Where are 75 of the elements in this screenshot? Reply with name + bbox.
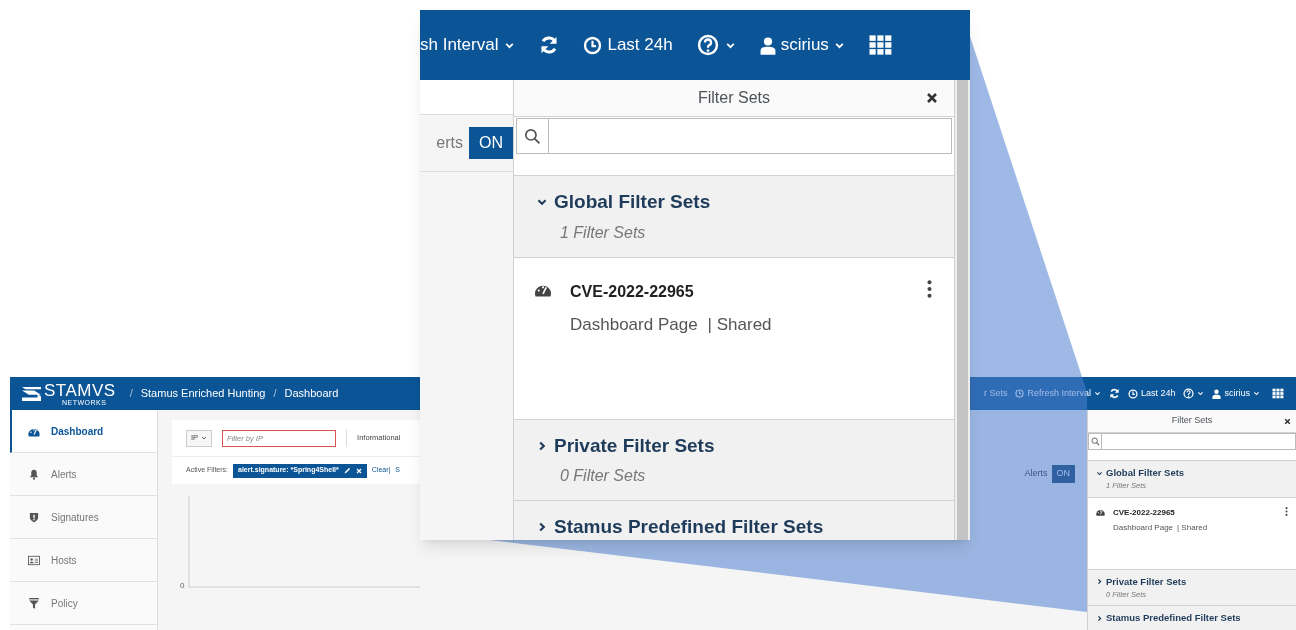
bell-icon bbox=[28, 468, 40, 480]
filter-set-page: Dashboard Page bbox=[1113, 521, 1174, 534]
filter-set-shared: | Shared bbox=[1177, 521, 1208, 534]
axis-label: 0 bbox=[180, 580, 185, 592]
clock-icon bbox=[583, 35, 603, 55]
caret-icon bbox=[1197, 390, 1205, 397]
breadcrumb[interactable]: Dashboard bbox=[284, 385, 339, 402]
help-menu[interactable] bbox=[696, 34, 736, 56]
filter-set-name: CVE-2022-22965 bbox=[570, 281, 695, 302]
chevron-right-icon bbox=[1096, 578, 1103, 586]
time-range-menu[interactable]: Last 24h bbox=[583, 32, 673, 58]
refresh-icon[interactable] bbox=[539, 35, 560, 55]
funnel-icon bbox=[28, 597, 40, 609]
breadcrumb[interactable]: Stamus Enriched Hunting bbox=[140, 385, 266, 402]
section-header[interactable]: Private Filter Sets 0 Filter Sets bbox=[514, 419, 954, 501]
filter-set-name: CVE-2022-22965 bbox=[1113, 506, 1176, 519]
shield-icon bbox=[28, 511, 40, 523]
refresh-interval-menu[interactable]: sh Interval bbox=[420, 32, 516, 58]
toggle-label: erts bbox=[436, 133, 463, 153]
breadcrumb-separator: / bbox=[129, 386, 133, 402]
user-menu[interactable]: scirius bbox=[1212, 386, 1260, 401]
sidebar-item[interactable]: Hosts bbox=[10, 539, 157, 582]
help-icon bbox=[696, 34, 719, 56]
user-icon bbox=[1212, 388, 1222, 399]
sidebar-item[interactable]: Alerts bbox=[10, 453, 157, 496]
sidebar-item[interactable]: Signatures bbox=[10, 496, 157, 539]
search-field[interactable] bbox=[1088, 433, 1296, 450]
close-icon[interactable] bbox=[926, 92, 938, 104]
toggle-label: Alerts bbox=[1024, 467, 1048, 480]
chevron-right-icon bbox=[1096, 614, 1103, 622]
filter-set-shared: | Shared bbox=[707, 313, 772, 336]
caret-icon bbox=[1253, 390, 1260, 397]
section-title: Private Filter Sets bbox=[554, 433, 715, 458]
pencil-icon[interactable] bbox=[343, 467, 351, 474]
section-header[interactable]: Stamus Predefined Filter Sets bbox=[1088, 606, 1296, 630]
panel-title: Filter Sets bbox=[698, 88, 770, 108]
section-title: Stamus Predefined Filter Sets bbox=[554, 515, 824, 539]
section-header[interactable]: Stamus Predefined Filter Sets bbox=[514, 501, 954, 540]
clock-icon bbox=[1127, 388, 1138, 399]
chevron-down-icon bbox=[1096, 469, 1103, 477]
id-card-icon bbox=[28, 554, 40, 566]
section-count: 0 Filter Sets bbox=[559, 466, 647, 486]
section-title: Global Filter Sets bbox=[1106, 466, 1185, 480]
section-title: Stamus Predefined Filter Sets bbox=[1106, 611, 1241, 625]
kebab-menu-icon[interactable] bbox=[927, 279, 932, 298]
search-icon bbox=[524, 127, 541, 145]
search-field[interactable] bbox=[516, 118, 952, 154]
sidebar-item[interactable]: Dashboard bbox=[10, 410, 157, 453]
panel-title: Filter Sets bbox=[1171, 414, 1213, 428]
alerts-toggle[interactable]: ON bbox=[469, 127, 513, 159]
section-count: 1 Filter Sets bbox=[559, 222, 647, 243]
dashboard-icon bbox=[1096, 507, 1105, 516]
user-menu[interactable]: scirius bbox=[759, 32, 845, 58]
app-grid-icon[interactable] bbox=[868, 34, 892, 56]
kebab-menu-icon[interactable] bbox=[1285, 506, 1288, 516]
sidebar-item[interactable]: Policy bbox=[10, 582, 157, 625]
close-icon[interactable] bbox=[1284, 417, 1291, 425]
section-title: Private Filter Sets bbox=[1106, 574, 1187, 589]
search-icon bbox=[1090, 437, 1100, 446]
logo-mark-icon bbox=[22, 386, 41, 401]
time-range-menu[interactable]: Last 24h bbox=[1127, 386, 1176, 401]
scrollbar-thumb[interactable] bbox=[957, 80, 968, 540]
filter-set-page: Dashboard Page bbox=[570, 313, 698, 336]
refresh-icon[interactable] bbox=[1108, 388, 1120, 399]
brand-name: STAMVS bbox=[44, 381, 116, 399]
user-icon bbox=[759, 35, 776, 55]
caret-icon bbox=[1093, 390, 1101, 397]
clock-icon bbox=[1015, 389, 1025, 398]
section-header[interactable]: Global Filter Sets 1 Filter Sets bbox=[514, 176, 954, 258]
section-title: Global Filter Sets bbox=[554, 190, 711, 214]
help-menu[interactable] bbox=[1183, 388, 1205, 399]
breadcrumb-separator: / bbox=[273, 386, 277, 402]
help-icon bbox=[1183, 388, 1195, 399]
caret-icon bbox=[201, 435, 208, 441]
app-grid-icon[interactable] bbox=[1272, 388, 1284, 399]
